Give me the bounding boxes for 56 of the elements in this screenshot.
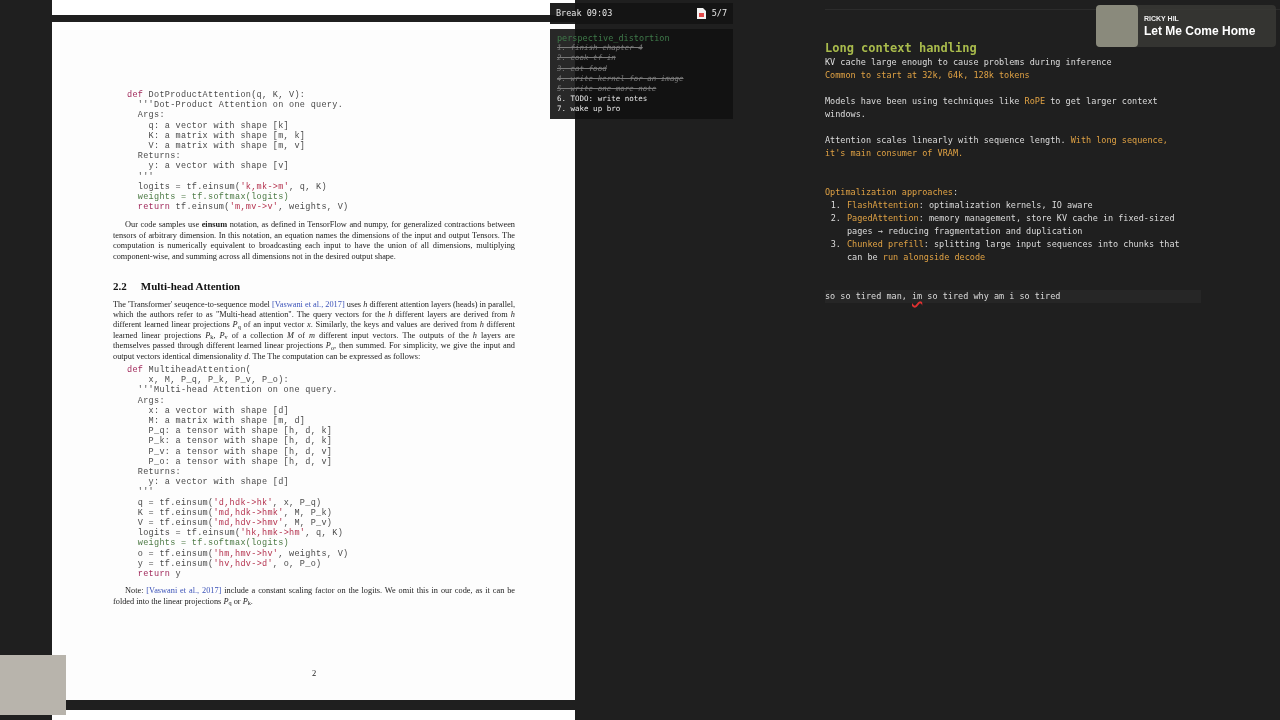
code-line: V: a matrix with shape [m, v] <box>147 141 306 152</box>
code-line: return y <box>136 569 182 580</box>
code-line: o = tf.einsum('hm,hmv->hv', weights, V) <box>136 548 349 559</box>
code-line: K = tf.einsum('md,hdk->hmk', M, P_k) <box>136 507 333 518</box>
todo-title: perspective_distortion <box>557 33 670 44</box>
code-line: logits = tf.einsum('hk,hmk->hm', q, K) <box>136 528 344 539</box>
track-title: Let Me Come Home <box>1144 24 1256 39</box>
note-line: Common to start at 32k, 64k, 128k tokens <box>825 69 1031 82</box>
code-line: P_o: a tensor with shape [h, d, v] <box>147 456 333 468</box>
code-line: P_q: a tensor with shape [h, d, k] <box>147 426 333 437</box>
page-count: 5/7 <box>711 7 727 20</box>
note-line: Optimalization approaches: <box>825 186 960 199</box>
code-line: def DotProductAttention(q, K, V): <box>127 90 306 100</box>
code-line: '''Multi-head Attention on one query. <box>136 385 338 396</box>
list-item: 1. FlashAttention: optimalization kernels, IO aware <box>829 199 1094 212</box>
section-heading: 2.2 Multi-head Attention <box>113 279 242 295</box>
code-line: '''Dot-Product Attention on one query. <box>136 100 344 111</box>
note-line: Attention scales linearly with sequence length. With long sequence, it's main consumer of VRAM. <box>825 134 1169 160</box>
timer-label: Break 09:03 <box>556 7 613 20</box>
code-line: P_k: a tensor with shape [h, d, k] <box>147 436 333 447</box>
paragraph: Our code samples use einsum notation, as defined in TensorFlow and numpy, for generalized contractions between tensors of arbitrary dimension. In this notation, an equation names the dimensions of the input and output Tensors. The computation is numerically equivalent to broadcasting each input to have the union of all dimensions, multiplying component-wise, and summing across all dimensions not in the desired output shape. <box>113 220 515 263</box>
album-art <box>1096 5 1138 47</box>
code-line: y = tf.einsum('hv,hdv->d', o, P_o) <box>136 558 322 570</box>
page-number: 2 <box>311 667 317 680</box>
code-line: Args: <box>136 395 165 406</box>
code-line: q = tf.einsum('d,hdk->hk', x, P_q) <box>136 497 322 508</box>
code-line: P_v: a tensor with shape [h, d, v] <box>147 446 333 457</box>
code-line: V = tf.einsum('md,hdv->hmv', M, P_v) <box>136 518 333 529</box>
note-heading: Long context handling <box>825 40 977 56</box>
paragraph: The 'Transformer' seuqence-to-sequence model [Vaswani et al., 2017] uses h different attention layers (heads) in parallel, which the authors refer to as "Multi-head attention". The query vectors for the h different layers are derived from h different learned linear projections P$_{q}$ of an input vector x. Similarly, the keys and values are derived from h different learned linear projections P$_{k}$, P$_{v}$ of a collection M of m different input vectors. The outputs of the h layers are themselves passed through different learned linear projections P$_{o}$, then summed. For simplicity, we give the input and output vectors identical dimensionality d. The The computation can be expressed as follows: <box>113 299 515 362</box>
paragraph: Note: [Vaswani et al., 2017] include a constant scaling factor on the logits. We omit this in our code, as it can be folded into the linear projections P$_{q}$ or P$_{k}$. <box>113 586 515 608</box>
code-line: def MultiheadAttention( <box>127 365 252 375</box>
code-line: logits = tf.einsum('k,mk->m', q, K) <box>136 181 327 192</box>
list-item: 2. PagedAttention: memory management, store KV cache in fixed-sized pages → reducing fragmentation and duplication <box>829 212 1176 238</box>
code-line: x, M, P_q, P_k, P_v, P_o): <box>148 375 290 386</box>
photo-placeholder <box>0 655 66 715</box>
code-line: ''' <box>136 171 154 182</box>
code-line: y: a vector with shape [v] <box>147 161 290 172</box>
code-line: y: a vector with shape [d] <box>148 477 290 488</box>
code-line: M: a matrix with shape [m, d] <box>147 416 306 426</box>
document-icon <box>696 8 706 19</box>
citation-link[interactable]: [Vaswani et al., 2017] <box>272 299 345 309</box>
list-item: 3. Chunked prefill: splitting large input sequences into chunks that can be run alongside decode <box>829 238 1181 264</box>
citation-link[interactable]: [Vaswani et al., 2017] <box>146 586 222 596</box>
code-line: Returns: <box>136 467 181 478</box>
code-line: return tf.einsum('m,mv->v', weights, V) <box>136 202 349 213</box>
code-line: x: a vector with shape [d] <box>147 405 290 416</box>
code-line: Args: <box>136 110 165 121</box>
code-line: weights = tf.softmax(logits) <box>136 538 290 549</box>
code-line: q: a vector with shape [k] <box>147 120 290 131</box>
code-line: K: a matrix with shape [m, k] <box>147 130 306 141</box>
code-line: Returns: <box>136 151 181 162</box>
note-line: Models have been using techniques like RoPE to get larger context windows. <box>825 95 1159 121</box>
note-line: KV cache large enough to cause problems during inference <box>825 56 1113 69</box>
code-line: weights = tf.softmax(logits) <box>136 192 290 203</box>
code-line: ''' <box>136 487 154 498</box>
